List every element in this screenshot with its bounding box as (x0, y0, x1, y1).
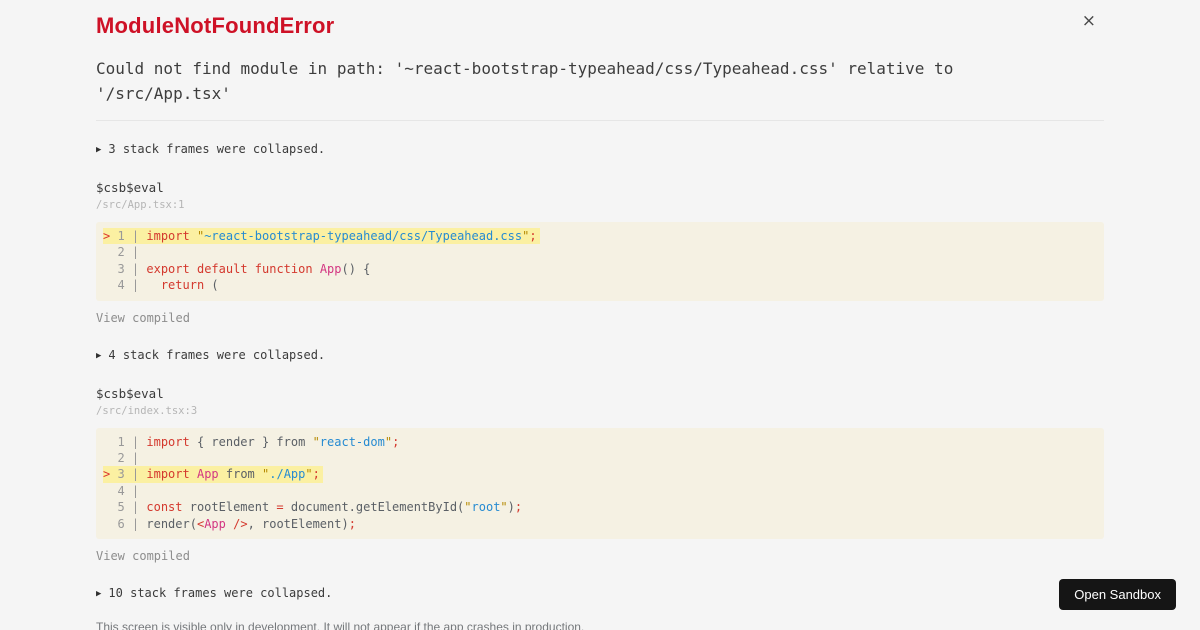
code-line: 5 | const rootElement = document.getElem… (117, 500, 523, 515)
code-line: > 3 | import App from "./App"; (103, 466, 1097, 483)
stack-section: ▶ 10 stack frames were collapsed. (96, 586, 1104, 600)
code-line: 6 | render(<App />, rootElement); (117, 516, 356, 531)
stack-collapse-toggle[interactable]: ▶ 4 stack frames were collapsed. (96, 348, 1104, 362)
collapse-triangle-icon: ▶ (96, 589, 102, 600)
error-message: Could not find module in path: '~react-b… (96, 59, 963, 103)
stack-frames-container: ▶ 3 stack frames were collapsed. $csb$eval… (96, 142, 1104, 600)
footer-notes: This screen is visible only in developme… (96, 619, 1104, 630)
stack-collapse-toggle[interactable]: ▶ 10 stack frames were collapsed. (96, 586, 1104, 600)
error-title: ModuleNotFoundError (96, 13, 335, 38)
overlay-header: ModuleNotFoundError × (96, 13, 1104, 39)
error-overlay: ModuleNotFoundError × Could not find mod… (96, 0, 1104, 630)
divider (96, 120, 1104, 121)
code-line: 3 | export default function App() { (117, 261, 371, 276)
code-line: 1 | import { render } from "react-dom"; (117, 434, 400, 449)
code-snippet: 1 | import { render } from "react-dom"; … (96, 427, 1104, 540)
collapse-notice: 4 stack frames were collapsed. (108, 347, 326, 362)
stack-section: ▶ 3 stack frames were collapsed. $csb$eval… (96, 142, 1104, 327)
frame-location: /src/index.tsx:3 (96, 404, 198, 417)
stack-section: ▶ 4 stack frames were collapsed. $csb$eval… (96, 348, 1104, 565)
frame-function-name: $csb$eval (96, 385, 164, 401)
collapse-triangle-icon: ▶ (96, 350, 102, 361)
stack-collapse-toggle[interactable]: ▶ 3 stack frames were collapsed. (96, 142, 1104, 156)
code-snippet: > 1 | import "~react-bootstrap-typeahead… (96, 222, 1104, 301)
collapse-notice: 10 stack frames were collapsed. (108, 586, 333, 601)
collapse-triangle-icon: ▶ (96, 145, 102, 155)
code-line: 4 | (117, 483, 147, 498)
code-line: 4 | return ( (117, 278, 219, 293)
frame-function-name: $csb$eval (96, 180, 164, 195)
view-compiled-link[interactable]: View compiled (96, 311, 190, 325)
collapse-notice: 3 stack frames were collapsed. (108, 142, 326, 156)
frame-location: /src/App.tsx:1 (96, 199, 185, 211)
view-compiled-link[interactable]: View compiled (96, 549, 190, 563)
close-icon[interactable]: × (1082, 13, 1096, 30)
code-line: 2 | (117, 451, 147, 466)
code-line: 2 | (117, 245, 147, 260)
footer-note-dev-only: This screen is visible only in developme… (96, 620, 585, 630)
code-line: > 1 | import "~react-bootstrap-typeahead… (103, 228, 1097, 245)
open-sandbox-button[interactable]: Open Sandbox (1059, 579, 1176, 610)
